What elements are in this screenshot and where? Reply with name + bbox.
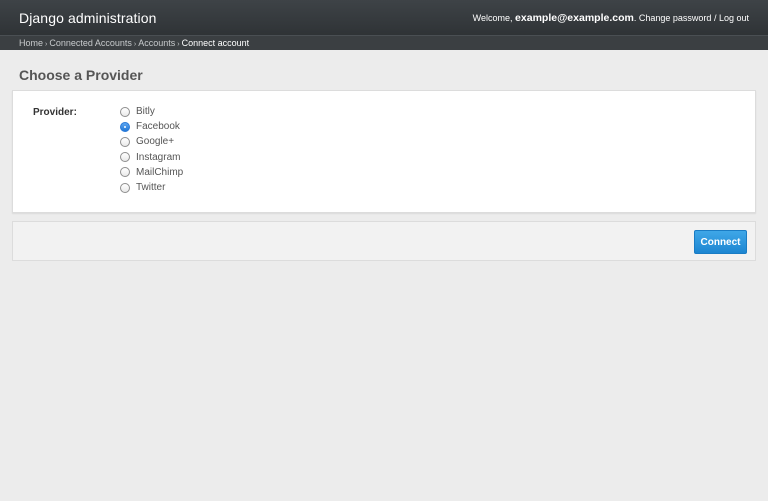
site-brand[interactable]: Django administration xyxy=(19,10,157,26)
connect-button[interactable]: Connect xyxy=(694,230,747,254)
provider-option-label: Twitter xyxy=(136,182,166,194)
submit-row: Connect xyxy=(12,221,756,261)
change-password-link[interactable]: Change password xyxy=(639,13,712,23)
breadcrumb: Home › Connected Accounts › Accounts › Connect… xyxy=(0,35,768,50)
radio-button[interactable] xyxy=(120,152,130,163)
page-title: Choose a Provider xyxy=(19,67,143,83)
breadcrumb-separator: › xyxy=(45,41,48,48)
breadcrumb-accounts[interactable]: Accounts xyxy=(138,38,175,48)
breadcrumb-current: Connect account xyxy=(181,38,250,48)
header-bar: Django administration Welcome, example@e… xyxy=(0,0,768,35)
provider-option-label: Instagram xyxy=(136,151,181,163)
provider-option-label: Google+ xyxy=(136,136,175,148)
provider-option-label: Facebook xyxy=(136,121,180,133)
provider-option[interactable]: Instagram xyxy=(120,150,183,165)
provider-option[interactable]: MailChimp xyxy=(120,165,183,180)
welcome-period: . xyxy=(633,12,637,23)
provider-option[interactable]: Google+ xyxy=(120,134,183,149)
logout-link[interactable]: Log out xyxy=(719,13,749,23)
provider-option[interactable]: Facebook xyxy=(120,119,183,134)
radio-button[interactable] xyxy=(120,121,130,132)
breadcrumb-separator: › xyxy=(177,41,180,48)
welcome-text: Welcome, xyxy=(472,12,513,23)
provider-label: Provider: xyxy=(33,107,77,118)
radio-button[interactable] xyxy=(120,136,130,147)
provider-option-label: MailChimp xyxy=(136,166,184,178)
user-tools-separator: / xyxy=(713,12,717,23)
breadcrumb-separator: › xyxy=(133,41,137,48)
provider-option[interactable]: Twitter xyxy=(120,180,183,195)
provider-option-label: Bitly xyxy=(136,106,155,118)
provider-radio-list: Bitly Facebook Google+ Instagram MailChimp Tw… xyxy=(120,104,183,195)
breadcrumb-home[interactable]: Home xyxy=(19,38,43,48)
radio-button[interactable] xyxy=(120,182,130,193)
provider-option[interactable]: Bitly xyxy=(120,104,183,119)
breadcrumb-connected-accounts[interactable]: Connected Accounts xyxy=(49,38,132,48)
user-tools: Welcome, example@example.com. Change pas… xyxy=(473,12,749,24)
user-email: example@example.com xyxy=(515,11,634,24)
radio-button[interactable] xyxy=(120,167,130,178)
radio-button[interactable] xyxy=(120,106,130,117)
provider-form-panel: Provider: Bitly Facebook Google+ Instagram M… xyxy=(12,90,756,213)
